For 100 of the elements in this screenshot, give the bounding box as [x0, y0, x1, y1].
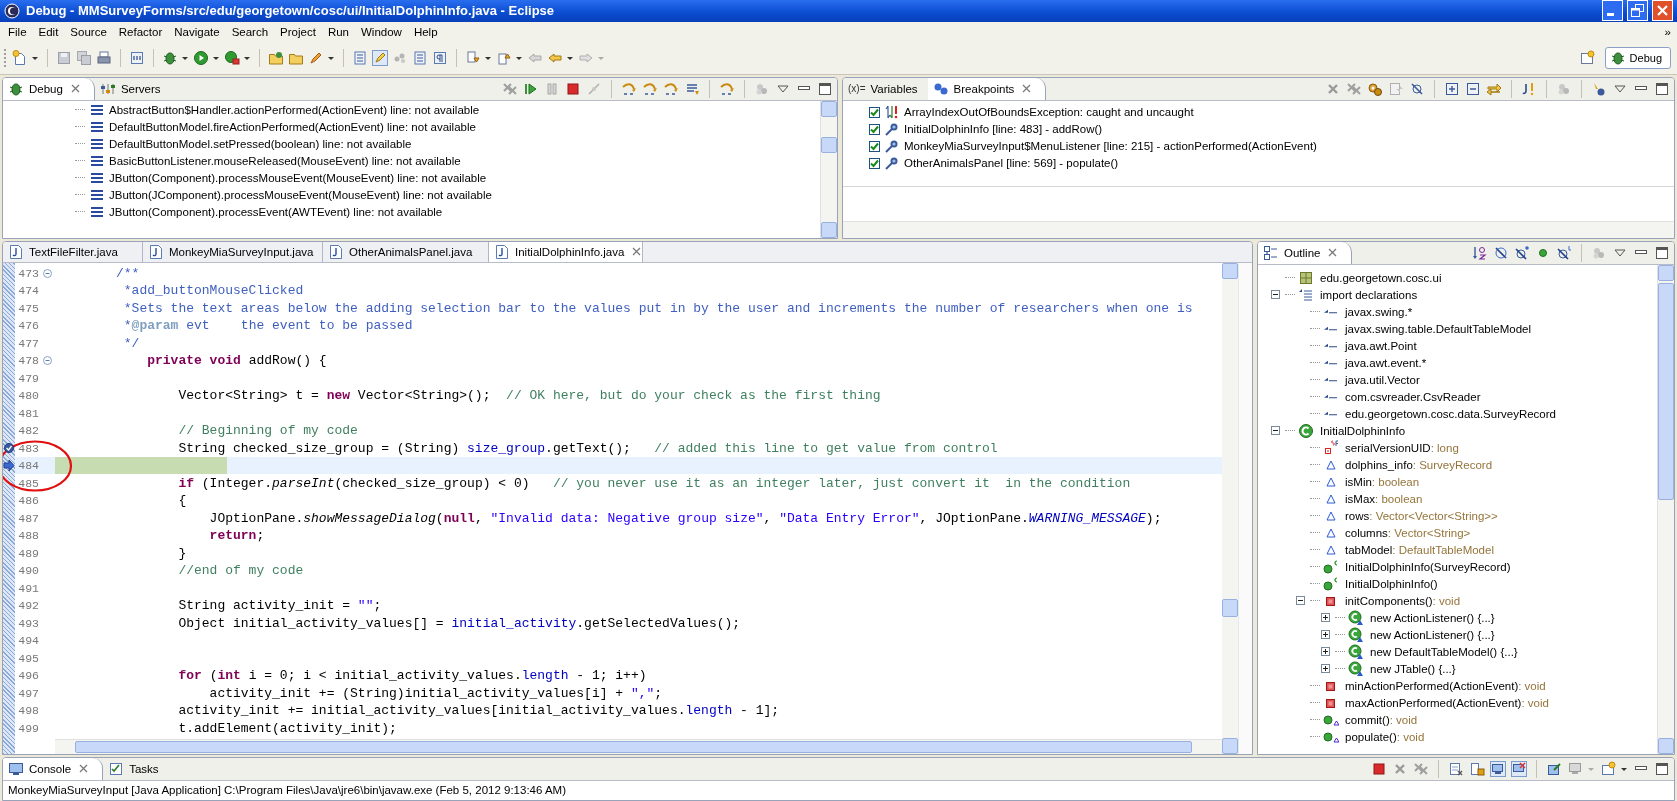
outline-item[interactable]: initComponents(): void [1345, 594, 1461, 607]
editor-tab[interactable]: OtherAnimalsPanel.java [323, 242, 489, 263]
menu-item[interactable]: Edit [32, 25, 65, 38]
view-tab[interactable]: Outline [1258, 242, 1353, 265]
outline-item[interactable]: edu.georgetown.cosc.data.SurveyRecord [1345, 407, 1556, 420]
fold-toggle-icon[interactable] [42, 268, 52, 278]
breakpoint-item[interactable]: InitialDolphinInfo [line: 483] - addRow() [904, 123, 1103, 136]
maximize-icon[interactable] [1654, 245, 1670, 262]
breakpoint-icon[interactable] [3, 442, 15, 455]
breakpoint-item[interactable]: OtherAnimalsPanel [line: 569] - populate() [904, 157, 1119, 170]
checkbox[interactable] [869, 123, 880, 135]
pin-console-icon[interactable] [1546, 761, 1562, 778]
outline-item[interactable]: isMin: boolean [1345, 475, 1420, 488]
outline-item[interactable]: import declarations [1320, 288, 1418, 301]
tree-toggle-icon[interactable] [1270, 290, 1280, 300]
tree-toggle-icon[interactable] [1320, 613, 1330, 623]
hide-local-icon[interactable] [1556, 245, 1572, 262]
stack-frame[interactable]: JButton(Component).processEvent(AWTEvent) line: not available [109, 205, 443, 218]
minimize-window-button[interactable] [1602, 0, 1623, 22]
menu-item[interactable]: Search [225, 25, 275, 38]
menu-item[interactable]: Project [274, 25, 322, 38]
print-icon[interactable] [96, 49, 112, 66]
editor-tab[interactable]: TextFileFilter.java [3, 242, 143, 263]
outline-item[interactable]: java.awt.event.* [1345, 356, 1427, 369]
outline-item[interactable]: tabModel: DefaultTableModel [1345, 543, 1494, 556]
tree-toggle-icon[interactable] [1320, 630, 1330, 640]
perspective-button[interactable]: Debug [1604, 46, 1671, 69]
fold-toggle-icon[interactable] [42, 356, 52, 366]
breakpoint-item[interactable]: MonkeyMiaSurveyInput$MenuListener [line: 215] - actionPerformed(ActionEvent) [904, 140, 1317, 153]
tree-toggle-icon[interactable] [1320, 647, 1330, 657]
menu-item[interactable]: File [2, 25, 33, 38]
view-tab[interactable]: (x)= Variables [843, 77, 928, 100]
remove-launches-icon[interactable] [502, 80, 518, 97]
bug-icon[interactable] [162, 49, 178, 66]
vertical-scrollbar[interactable] [1657, 265, 1674, 755]
outline-item[interactable]: maxActionPerformed(ActionEvent): void [1345, 696, 1549, 709]
highlight-pen-icon[interactable] [372, 49, 388, 66]
save-icon[interactable] [56, 49, 72, 66]
skip-breakpoints-icon[interactable] [1409, 80, 1425, 97]
outline-item[interactable]: minActionPerformed(ActionEvent): void [1345, 679, 1546, 692]
maximize-icon[interactable] [817, 80, 833, 97]
view-tab[interactable]: Tasks [103, 758, 169, 781]
horizontal-scrollbar[interactable] [843, 221, 1674, 239]
editor-tab[interactable]: MonkeyMiaSurveyInput.java [143, 242, 323, 263]
show-error-icon[interactable] [1511, 761, 1527, 778]
checkbox[interactable] [869, 106, 880, 118]
outline-item[interactable]: new JTable() {...} [1370, 662, 1456, 675]
outline-item[interactable]: rows: Vector<Vector<String>> [1345, 509, 1498, 522]
open-type-folder-icon[interactable] [268, 49, 284, 66]
restore-window-button[interactable] [1627, 0, 1648, 22]
close-window-button[interactable] [1652, 0, 1673, 22]
sort-icon[interactable] [1472, 245, 1488, 262]
stack-frame[interactable]: AbstractButton$Handler.actionPerformed(ActionEvent) line: not available [109, 103, 480, 116]
outline-item[interactable]: java.awt.Point [1345, 339, 1417, 352]
view-tab[interactable]: Breakpoints [927, 77, 1047, 100]
resume-icon[interactable] [523, 80, 539, 97]
menu-item[interactable]: Help [407, 25, 444, 38]
new-console-icon[interactable] [1600, 761, 1616, 778]
outline-item[interactable]: populate(): void [1345, 730, 1425, 743]
remove-all-icon[interactable] [1346, 80, 1362, 97]
outline-item[interactable]: dolphins_info: SurveyRecord [1345, 458, 1493, 471]
show-output-icon[interactable] [1490, 761, 1506, 778]
open-perspective-icon[interactable] [1578, 49, 1595, 66]
maximize-icon[interactable] [1654, 80, 1670, 97]
stack-frame[interactable]: JButton(Component).processMouseEvent(MouseEvent) line: not available [109, 171, 487, 184]
outline-item[interactable]: new DefaultTableModel() {...} [1370, 645, 1518, 658]
stack-frame[interactable]: DefaultButtonModel.fireActionPerformed(ActionEvent) line: not available [109, 120, 476, 133]
outline-item[interactable]: InitialDolphinInfo() [1345, 577, 1438, 590]
menu-item[interactable]: Run [321, 25, 355, 38]
outline-item[interactable]: javax.swing.table.DefaultTableModel [1345, 322, 1532, 335]
stack-frame[interactable]: JButton(JComponent).processMouseEvent(MouseEvent) line: not available [109, 188, 492, 201]
view-tab[interactable]: Console [3, 758, 104, 781]
scroll-lock-icon[interactable] [1469, 761, 1485, 778]
outline-item[interactable]: javax.swing.* [1345, 305, 1413, 318]
hide-fields-icon[interactable] [1493, 245, 1509, 262]
binary-file-icon[interactable] [129, 49, 145, 66]
step-into-icon[interactable] [621, 80, 637, 97]
outline-item[interactable]: new ActionListener() {...} [1370, 628, 1495, 641]
stack-frame[interactable]: BasicButtonListener.mouseReleased(MouseEvent) line: not available [109, 154, 461, 167]
run-icon[interactable] [193, 49, 209, 66]
editor-tab[interactable]: InitialDolphinInfo.java [489, 242, 643, 263]
outline-item[interactable]: InitialDolphinInfo [1320, 424, 1406, 437]
hide-static-icon[interactable] [1514, 245, 1530, 262]
toolbar-overflow-chevron[interactable]: » [1658, 25, 1677, 38]
horizontal-scrollbar[interactable] [55, 739, 1222, 755]
tree-toggle-icon[interactable] [1320, 664, 1330, 674]
pilcrow-icon[interactable] [432, 49, 448, 66]
new-wizard-icon[interactable] [12, 49, 28, 66]
outline-item[interactable]: columns: Vector<String> [1345, 526, 1471, 539]
menu-item[interactable]: Refactor [112, 25, 169, 38]
terminate-icon[interactable] [1371, 761, 1387, 778]
checkbox[interactable] [869, 157, 880, 169]
view-tab[interactable]: Debug [3, 77, 95, 100]
tree-toggle-icon[interactable] [1270, 426, 1280, 436]
outline-item[interactable]: isMax: boolean [1345, 492, 1423, 505]
outline-item[interactable]: commit(): void [1345, 713, 1418, 726]
outline-item[interactable]: new ActionListener() {...} [1370, 611, 1495, 624]
vertical-scrollbar[interactable] [1222, 263, 1238, 755]
breakpoint-item[interactable]: ArrayIndexOutOfBoundsException: caught and uncaught [904, 106, 1194, 119]
stack-frame[interactable]: DefaultButtonModel.setPressed(boolean) line: not available [109, 137, 412, 150]
